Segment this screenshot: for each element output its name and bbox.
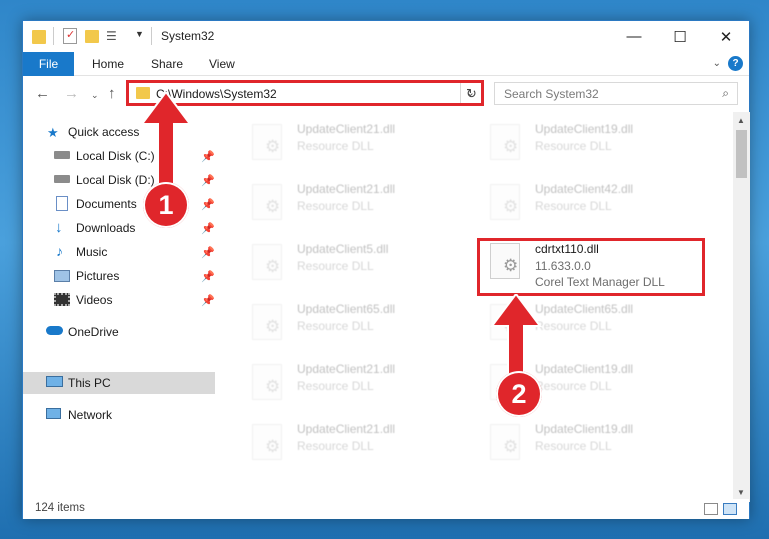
- file-item[interactable]: ⚙ UpdateClient21.dll Resource DLL: [244, 360, 464, 410]
- help-icon[interactable]: ?: [728, 56, 743, 71]
- file-item[interactable]: ⚙ UpdateClient21.dll Resource DLL: [244, 120, 464, 170]
- pin-icon: 📌: [201, 150, 215, 163]
- divider: [151, 27, 152, 45]
- file-item[interactable]: ⚙ UpdateClient5.dll Resource DLL: [244, 240, 464, 290]
- file-item[interactable]: ⚙ UpdateClient19.dll Resource DLL: [482, 420, 702, 470]
- details-view-icon[interactable]: [704, 503, 718, 515]
- documents-icon: [56, 196, 68, 211]
- maximize-button[interactable]: ☐: [657, 21, 703, 52]
- vertical-scrollbar[interactable]: ▲ ▼: [733, 112, 750, 502]
- dll-file-icon: ⚙: [490, 184, 520, 220]
- annotation-arrow-1: [140, 92, 192, 192]
- scroll-down-icon[interactable]: ▼: [737, 488, 745, 497]
- item-count: 124 items: [35, 502, 85, 514]
- divider: [53, 27, 54, 45]
- music-note-icon: ♪: [56, 243, 63, 259]
- file-list: ⚙ UpdateClient21.dll Resource DLL ⚙ Upda…: [219, 112, 733, 502]
- gear-icon: ⚙: [265, 197, 281, 216]
- drive-icon: [54, 151, 70, 159]
- folder-icon: [32, 30, 46, 44]
- gear-icon: ⚙: [265, 257, 281, 276]
- sidebar-item-network[interactable]: Network: [23, 404, 215, 426]
- sidebar-item-videos[interactable]: Videos 📌: [23, 289, 215, 311]
- download-arrow-icon: ↓: [55, 219, 63, 236]
- pin-icon: 📌: [201, 294, 215, 307]
- pictures-icon: [54, 270, 70, 282]
- search-icon: ⌕: [722, 86, 729, 100]
- search-placeholder: Search System32: [504, 87, 599, 101]
- gear-icon: ⚙: [265, 437, 281, 456]
- file-item[interactable]: ⚙ UpdateClient21.dll Resource DLL: [244, 180, 464, 230]
- pin-icon: 📌: [201, 222, 215, 235]
- dll-file-icon: ⚙: [252, 424, 282, 460]
- window-title: System32: [161, 29, 215, 43]
- gear-icon: ⚙: [265, 317, 281, 336]
- dll-file-icon: ⚙: [252, 244, 282, 280]
- customize-icon[interactable]: ☰: [106, 29, 122, 43]
- search-input[interactable]: Search System32 ⌕: [494, 82, 738, 105]
- drive-icon: [54, 175, 70, 183]
- tab-share[interactable]: Share: [151, 57, 183, 71]
- pin-icon: 📌: [201, 174, 215, 187]
- pin-icon: 📌: [201, 246, 215, 259]
- recent-locations-icon[interactable]: ⌄: [91, 90, 99, 101]
- gear-icon: ⚙: [503, 437, 519, 456]
- network-icon: [46, 408, 61, 419]
- back-arrow-icon[interactable]: ←: [35, 85, 50, 102]
- status-bar: 124 items: [23, 499, 749, 519]
- file-explorer-window: ✓ ☰ ▼ System32 — ☐ ✕ File Home Share Vie…: [22, 20, 750, 519]
- close-button[interactable]: ✕: [703, 21, 749, 52]
- sidebar-item-onedrive[interactable]: OneDrive: [23, 321, 215, 343]
- sidebar-item-pictures[interactable]: Pictures 📌: [23, 265, 215, 287]
- gear-icon: ⚙: [265, 377, 281, 396]
- dll-file-icon: ⚙: [252, 184, 282, 220]
- sidebar-item-music[interactable]: ♪ Music 📌: [23, 241, 215, 263]
- up-arrow-icon[interactable]: ↑: [108, 85, 116, 102]
- step-badge-2: 2: [496, 371, 542, 417]
- file-item[interactable]: ⚙ UpdateClient19.dll Resource DLL: [482, 120, 702, 170]
- ribbon-tabs: File Home Share View ⌄ ?: [23, 52, 749, 76]
- minimize-button[interactable]: —: [611, 21, 657, 52]
- gear-icon: ⚙: [265, 137, 281, 156]
- large-icons-view-icon[interactable]: [723, 503, 737, 515]
- file-tab[interactable]: File: [23, 52, 74, 76]
- gear-icon: ⚙: [503, 137, 519, 156]
- pin-icon: 📌: [201, 270, 215, 283]
- tab-home[interactable]: Home: [92, 57, 124, 71]
- dll-file-icon: ⚙: [490, 124, 520, 160]
- film-icon: [54, 293, 70, 306]
- scrollbar-thumb[interactable]: [736, 130, 747, 178]
- dll-file-icon: ⚙: [490, 424, 520, 460]
- star-icon: ★: [47, 125, 59, 140]
- navigation-bar: ← → ⌄ ↑ C:\Windows\System32 ⌄ ↻ Search S…: [23, 76, 749, 112]
- scroll-up-icon[interactable]: ▲: [737, 116, 745, 125]
- cloud-icon: [46, 326, 63, 335]
- gear-icon: ⚙: [503, 197, 519, 216]
- computer-icon: [46, 376, 63, 387]
- tab-view[interactable]: View: [209, 57, 235, 71]
- dll-file-icon: ⚙: [252, 124, 282, 160]
- chevron-down-icon[interactable]: ⌄: [713, 58, 721, 69]
- new-folder-icon[interactable]: [85, 30, 99, 43]
- title-bar: ✓ ☰ ▼ System32 — ☐ ✕: [23, 21, 749, 52]
- dll-file-icon: ⚙: [252, 364, 282, 400]
- step-badge-1: 1: [143, 182, 189, 228]
- properties-icon[interactable]: ✓: [63, 28, 77, 44]
- quick-access-dropdown-icon[interactable]: ▼: [135, 29, 144, 47]
- file-item[interactable]: ⚙ UpdateClient42.dll Resource DLL: [482, 180, 702, 230]
- file-highlight-box: [477, 238, 705, 296]
- pin-icon: 📌: [201, 198, 215, 211]
- file-item[interactable]: ⚙ UpdateClient21.dll Resource DLL: [244, 420, 464, 470]
- sidebar-item-this-pc[interactable]: This PC: [23, 372, 215, 394]
- dll-file-icon: ⚙: [252, 304, 282, 340]
- forward-arrow-icon[interactable]: →: [64, 85, 79, 102]
- file-item[interactable]: ⚙ UpdateClient65.dll Resource DLL: [244, 300, 464, 350]
- sidebar-item-downloads[interactable]: ↓ Downloads 📌: [23, 217, 215, 239]
